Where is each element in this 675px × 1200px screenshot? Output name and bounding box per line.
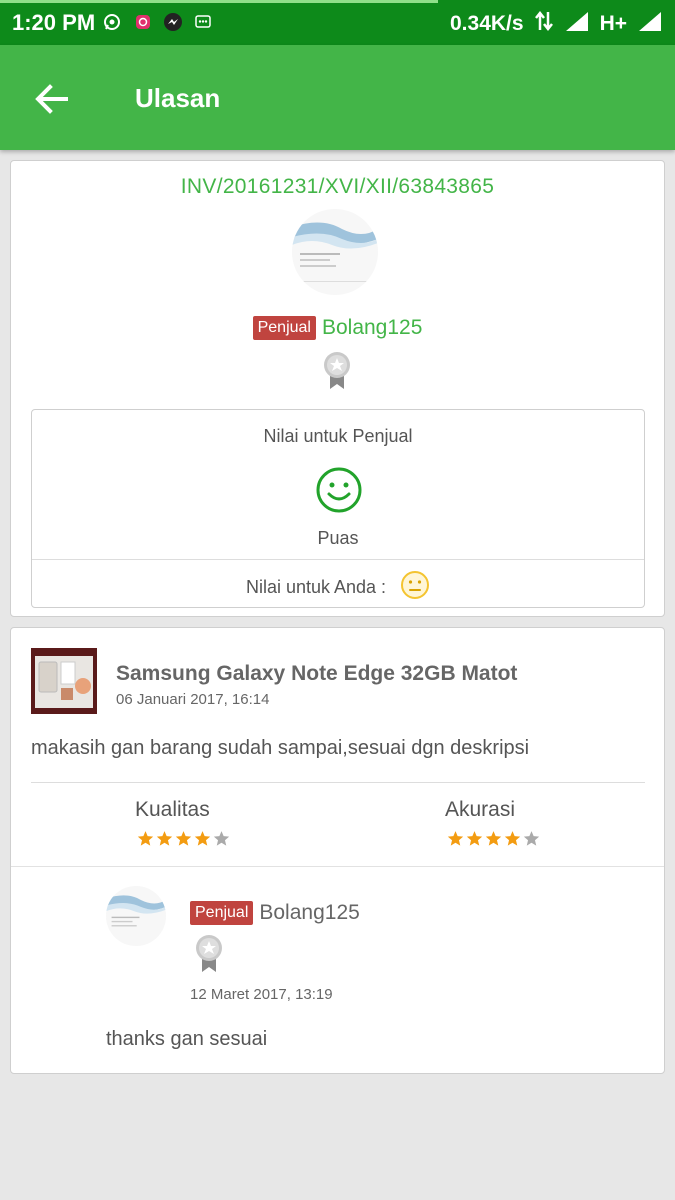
accuracy-score: Akurasi [445,798,540,847]
rating-box: Nilai untuk Penjual Puas Nilai untuk And… [31,409,645,608]
smile-icon [315,466,363,514]
shop-avatar[interactable] [292,209,378,295]
quality-stars [137,830,230,847]
reply-date: 12 Maret 2017, 13:19 [190,986,333,1003]
divider [31,782,645,783]
instagram-icon [133,12,153,32]
star-filled-icon [156,831,173,846]
reputation-medal-icon[interactable] [322,351,352,396]
status-bar: 1:20 PM 0.34K/s H+ [0,0,675,45]
star-empty-icon [523,831,540,846]
product-thumbnail[interactable] [31,648,97,714]
seller-row: Penjual Bolang125 [11,316,664,340]
signal-icon-2 [637,10,663,38]
page-title: Ulasan [135,83,221,113]
star-filled-icon [466,831,483,846]
messenger-icon [163,12,183,32]
app-bar: Ulasan [0,45,675,150]
star-filled-icon [485,831,502,846]
product-name[interactable]: Samsung Galaxy Note Edge 32GB Matot [116,662,517,686]
reply-text: thanks gan sesuai [106,1028,268,1050]
status-time: 1:20 PM [12,10,96,35]
rating-for-you-label: Nilai untuk Anda : [245,577,387,597]
reply-seller-name[interactable]: Bolang125 [259,901,359,925]
seller-badge: Penjual [190,901,254,925]
accuracy-stars [447,830,540,847]
star-filled-icon [504,831,521,846]
star-filled-icon [175,831,192,846]
seller-name[interactable]: Bolang125 [322,316,422,340]
data-transfer-icon [534,10,554,38]
seller-badge: Penjual [252,316,316,340]
review-text: makasih gan barang sudah sampai,sesuai d… [31,737,530,759]
neutral-face-icon [400,570,430,605]
accuracy-label: Akurasi [445,798,516,821]
divider [11,866,664,867]
rating-title: Nilai untuk Penjual [263,426,413,446]
quality-label: Kualitas [135,798,210,821]
review-date: 06 Januari 2017, 16:14 [116,691,270,708]
network-type: H+ [599,12,627,35]
review-card: Samsung Galaxy Note Edge 32GB Matot 06 J… [10,627,665,1074]
network-speed: 0.34K/s [450,12,524,35]
reply-seller-row: Penjual Bolang125 [190,901,360,925]
download-progress [0,0,438,3]
transaction-card: INV/20161231/XVI/XII/63843865 Penjual Bo… [10,160,665,617]
back-button[interactable] [30,77,74,121]
divider [32,559,644,560]
star-empty-icon [213,831,230,846]
reply-shop-avatar[interactable] [106,886,166,946]
star-filled-icon [447,831,464,846]
seller-rating-label: Puas [317,528,359,548]
rating-for-you: Nilai untuk Anda : [32,570,644,605]
bbm-icon [193,12,213,32]
signal-icon [564,10,590,38]
star-filled-icon [137,831,154,846]
quality-score: Kualitas [135,798,230,847]
invoice-number[interactable]: INV/20161231/XVI/XII/63843865 [11,175,664,199]
whatsapp-icon [102,12,122,32]
back-arrow-icon [35,84,68,114]
status-right: 0.34K/s H+ [450,10,663,38]
reputation-medal-icon[interactable] [194,934,224,979]
star-filled-icon [194,831,211,846]
